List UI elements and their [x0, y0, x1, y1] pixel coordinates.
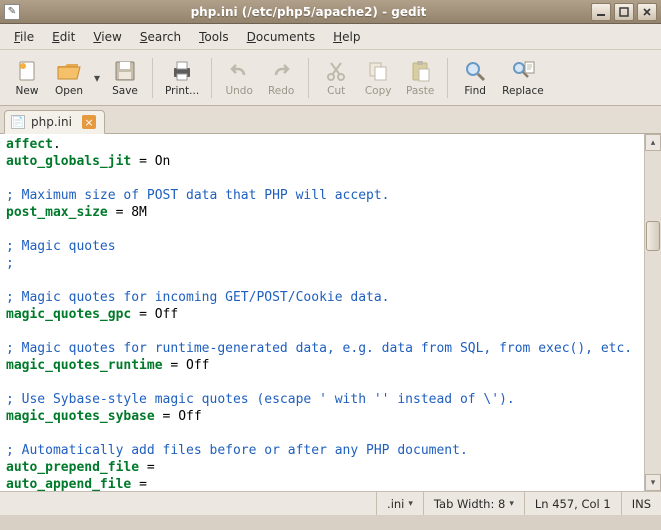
new-file-icon — [14, 58, 40, 84]
cut-button[interactable]: Cut — [315, 52, 357, 104]
print-icon — [169, 58, 195, 84]
copy-button-label: Copy — [365, 85, 392, 97]
close-icon: × — [84, 116, 93, 129]
paste-icon — [407, 58, 433, 84]
menu-tools[interactable]: Tools — [191, 27, 237, 47]
document-tabbar: 📄 php.ini × — [0, 106, 661, 134]
insert-mode-label: INS — [632, 497, 651, 511]
menu-documents[interactable]: Documents — [239, 27, 323, 47]
menu-file[interactable]: File — [6, 27, 42, 47]
vertical-scrollbar[interactable]: ▴ ▾ — [644, 134, 661, 491]
document-tab-label: php.ini — [31, 115, 72, 129]
scrollbar-track[interactable] — [645, 151, 661, 474]
menu-tools-label: ools — [204, 30, 228, 44]
paste-button[interactable]: Paste — [399, 52, 441, 104]
statusbar: .ini ▾ Tab Width: 8 ▾ Ln 457, Col 1 INS — [0, 491, 661, 515]
find-button[interactable]: Find — [454, 52, 496, 104]
insert-mode[interactable]: INS — [621, 492, 661, 515]
redo-button-label: Redo — [268, 85, 294, 97]
chevron-down-icon: ▾ — [94, 71, 100, 85]
copy-icon — [365, 58, 391, 84]
minimize-button[interactable] — [591, 3, 611, 21]
scroll-up-button[interactable]: ▴ — [645, 134, 661, 151]
toolbar-separator — [447, 58, 448, 98]
redo-button[interactable]: Redo — [260, 52, 302, 104]
menubar: File Edit View Search Tools Documents He… — [0, 24, 661, 50]
menu-help[interactable]: Help — [325, 27, 368, 47]
copy-button[interactable]: Copy — [357, 52, 399, 104]
print-button-label: Print... — [165, 85, 199, 97]
tabwidth-label: Tab Width: 8 — [434, 497, 505, 511]
open-recent-dropdown[interactable]: ▾ — [90, 52, 104, 104]
tabwidth-selector[interactable]: Tab Width: 8 ▾ — [423, 492, 524, 515]
menu-file-label: ile — [20, 30, 34, 44]
menu-search[interactable]: Search — [132, 27, 189, 47]
open-folder-icon — [56, 58, 82, 84]
undo-button-label: Undo — [225, 85, 252, 97]
cursor-position: Ln 457, Col 1 — [524, 492, 621, 515]
window-titlebar: ✎ php.ini (/etc/php5/apache2) - gedit — [0, 0, 661, 24]
tab-close-button[interactable]: × — [82, 115, 96, 129]
cursor-position-label: Ln 457, Col 1 — [535, 497, 611, 511]
toolbar-separator — [308, 58, 309, 98]
paste-button-label: Paste — [406, 85, 434, 97]
syntax-label: .ini — [387, 497, 404, 511]
maximize-icon — [619, 7, 629, 17]
document-tab[interactable]: 📄 php.ini × — [4, 110, 105, 134]
menu-help-label: elp — [342, 30, 360, 44]
close-button[interactable] — [637, 3, 657, 21]
open-button-label: Open — [55, 85, 83, 97]
replace-icon — [510, 58, 536, 84]
new-button[interactable]: New — [6, 52, 48, 104]
window-controls — [591, 3, 657, 21]
menu-view-label: iew — [101, 30, 122, 44]
find-button-label: Find — [464, 85, 486, 97]
chevron-down-icon: ▾ — [408, 499, 413, 509]
save-button[interactable]: Save — [104, 52, 146, 104]
undo-button[interactable]: Undo — [218, 52, 260, 104]
cut-button-label: Cut — [327, 85, 345, 97]
undo-icon — [226, 58, 252, 84]
menu-edit[interactable]: Edit — [44, 27, 83, 47]
find-icon — [462, 58, 488, 84]
chevron-up-icon: ▴ — [651, 138, 656, 148]
scrollbar-thumb[interactable] — [646, 221, 660, 251]
save-icon — [112, 58, 138, 84]
scroll-down-button[interactable]: ▾ — [645, 474, 661, 491]
maximize-button[interactable] — [614, 3, 634, 21]
window-title: php.ini (/etc/php5/apache2) - gedit — [26, 5, 591, 19]
cut-icon — [323, 58, 349, 84]
open-button[interactable]: Open — [48, 52, 90, 104]
save-button-label: Save — [112, 85, 138, 97]
menu-search-label: earch — [147, 30, 181, 44]
file-icon: 📄 — [11, 115, 25, 129]
chevron-down-icon: ▾ — [509, 499, 514, 509]
toolbar-separator — [152, 58, 153, 98]
replace-button-label: Replace — [502, 85, 544, 97]
replace-button[interactable]: Replace — [496, 52, 550, 104]
print-button[interactable]: Print... — [159, 52, 205, 104]
menu-view[interactable]: View — [85, 27, 129, 47]
chevron-down-icon: ▾ — [651, 478, 656, 488]
app-icon: ✎ — [4, 4, 20, 20]
menu-edit-label: dit — [60, 30, 76, 44]
toolbar: New Open ▾ Save Print... Undo — [0, 50, 661, 106]
close-icon — [642, 7, 652, 17]
menu-documents-label: ocuments — [256, 30, 315, 44]
minimize-icon — [596, 7, 606, 17]
toolbar-separator — [211, 58, 212, 98]
text-editor[interactable]: affect. auto_globals_jit = On ; Maximum … — [0, 134, 661, 491]
syntax-selector[interactable]: .ini ▾ — [376, 492, 423, 515]
redo-icon — [268, 58, 294, 84]
editor-pane: affect. auto_globals_jit = On ; Maximum … — [0, 134, 661, 491]
new-button-label: New — [16, 85, 39, 97]
